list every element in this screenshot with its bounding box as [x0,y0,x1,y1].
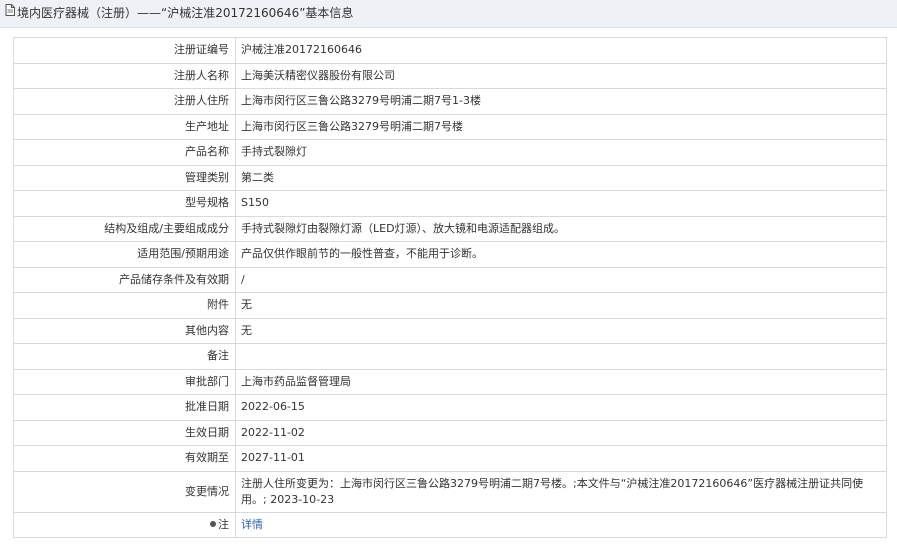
table-row: 注册人住所 上海市闵行区三鲁公路3279号明浦二期7号1-3楼 [13,88,887,115]
table-row: 有效期至 2027-11-01 [13,445,887,472]
table-row: 批准日期 2022-06-15 [13,394,887,421]
row-label: 产品储存条件及有效期 [13,266,236,293]
row-label: 注册人名称 [13,62,236,89]
row-value: 沪械注准20172160646 [235,37,887,64]
row-label: 适用范围/预期用途 [13,241,236,268]
document-icon [5,0,15,26]
table-row: 审批部门 上海市药品监督管理局 [13,368,887,395]
row-value: 2022-06-15 [235,394,887,421]
table-row: 产品名称 手持式裂隙灯 [13,139,887,166]
row-label: 结构及组成/主要组成成分 [13,215,236,242]
row-value: 手持式裂隙灯 [235,139,887,166]
table-row: 注册人名称 上海美沃精密仪器股份有限公司 [13,62,887,89]
row-label: 批准日期 [13,394,236,421]
table-row: 适用范围/预期用途 产品仅供作眼前节的一般性普查，不能用于诊断。 [13,241,887,268]
row-label: 注册证编号 [13,37,236,64]
row-label: 型号规格 [13,190,236,217]
table-row: 产品储存条件及有效期 / [13,266,887,293]
page-header: 境内医疗器械（注册）——“沪械注准20172160646”基本信息 [0,0,897,28]
info-table: 注册证编号 沪械注准20172160646 注册人名称 上海美沃精密仪器股份有限… [13,37,887,538]
row-label: 其他内容 [13,317,236,344]
row-value: 手持式裂隙灯由裂隙灯源（LED灯源）、放大镜和电源适配器组成。 [235,215,887,242]
row-label: 审批部门 [13,368,236,395]
change-history-value: 注册人住所变更为：上海市闵行区三鲁公路3279号明浦二期7号楼。;本文件与“沪械… [235,470,887,513]
row-value: 第二类 [235,164,887,191]
note-label: 注 [218,517,229,531]
row-label: 变更情况 [13,470,236,513]
row-value: 2027-11-01 [235,445,887,472]
table-row: 附件 无 [13,292,887,319]
row-value: 上海市闵行区三鲁公路3279号明浦二期7号楼 [235,113,887,140]
row-label: 附件 [13,292,236,319]
row-label: 产品名称 [13,139,236,166]
row-value [235,343,887,370]
bullet-icon [210,520,216,527]
table-row: 注册证编号 沪械注准20172160646 [13,37,887,64]
table-row: 生效日期 2022-11-02 [13,419,887,446]
note-value-cell: 详情 [235,511,887,538]
row-label: 有效期至 [13,445,236,472]
table-row: 备注 [13,343,887,370]
row-value: 无 [235,292,887,319]
row-value: / [235,266,887,293]
table-row: 型号规格 S150 [13,190,887,217]
page-title: 境内医疗器械（注册）——“沪械注准20172160646”基本信息 [17,6,354,20]
table-row: 生产地址 上海市闵行区三鲁公路3279号明浦二期7号楼 [13,113,887,140]
row-value: 2022-11-02 [235,419,887,446]
note-label-cell: 注 [13,511,236,538]
table-row: 其他内容 无 [13,317,887,344]
row-label: 注册人住所 [13,88,236,115]
row-value: 无 [235,317,887,344]
row-label: 生产地址 [13,113,236,140]
table-row: 结构及组成/主要组成成分 手持式裂隙灯由裂隙灯源（LED灯源）、放大镜和电源适配… [13,215,887,242]
table-row: 变更情况 注册人住所变更为：上海市闵行区三鲁公路3279号明浦二期7号楼。;本文… [13,470,887,513]
row-value: 产品仅供作眼前节的一般性普查，不能用于诊断。 [235,241,887,268]
row-label: 备注 [13,343,236,370]
row-value: 上海市药品监督管理局 [235,368,887,395]
row-value: S150 [235,190,887,217]
row-label: 管理类别 [13,164,236,191]
row-value: 上海美沃精密仪器股份有限公司 [235,62,887,89]
row-value: 上海市闵行区三鲁公路3279号明浦二期7号1-3楼 [235,88,887,115]
table-row-note: 注 详情 [13,511,887,538]
details-link[interactable]: 详情 [241,518,263,531]
table-row: 管理类别 第二类 [13,164,887,191]
row-label: 生效日期 [13,419,236,446]
